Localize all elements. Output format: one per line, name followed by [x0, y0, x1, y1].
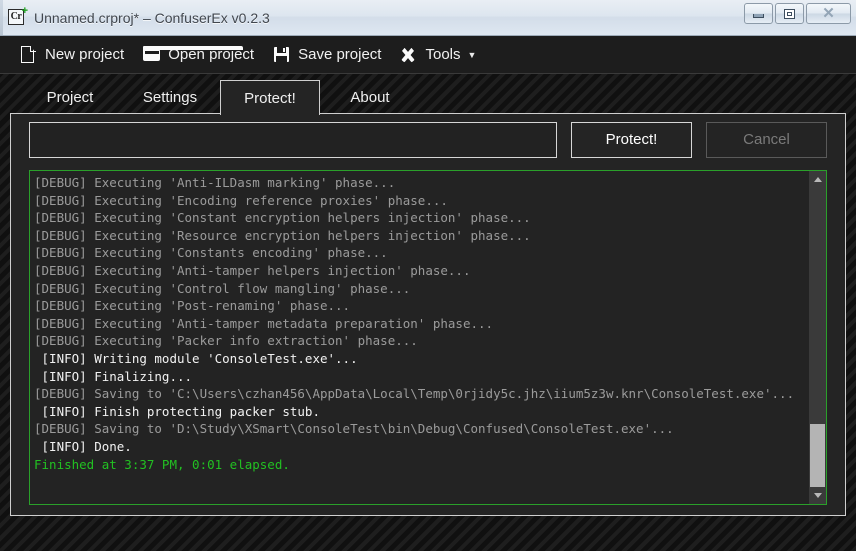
log-line: [DEBUG] Executing 'Post-renaming' phase.… — [34, 298, 351, 314]
tab-protect[interactable]: Protect! — [220, 80, 320, 115]
log-line: [DEBUG] Saving to 'D:\Study\XSmart\Conso… — [34, 421, 674, 437]
close-icon: ✕ — [822, 5, 835, 22]
log-scrollbar[interactable] — [809, 171, 826, 504]
tools-label: Tools — [425, 46, 461, 63]
save-project-button[interactable]: Save project — [263, 40, 390, 70]
log-output-box: [DEBUG] Executing 'Anti-ILDasm marking' … — [29, 170, 827, 505]
scroll-down-arrow-icon[interactable] — [809, 487, 826, 504]
log-text: [DEBUG] Executing 'Anti-ILDasm marking' … — [30, 171, 809, 504]
cancel-button: Cancel — [706, 121, 827, 158]
tab-about[interactable]: About — [320, 80, 420, 114]
chevron-down-icon: ▼ — [467, 49, 477, 60]
window-border-left — [0, 0, 3, 35]
tab-about-label: About — [350, 88, 390, 106]
title-bar: Cr + Unnamed.crproj* – ConfuserEx v0.2.3… — [0, 0, 856, 36]
open-project-button[interactable]: Open project — [133, 40, 263, 70]
tab-project-label: Project — [46, 88, 94, 106]
app-icon: Cr + — [8, 5, 28, 27]
wrench-icon — [399, 44, 418, 64]
tab-protect-label: Protect! — [244, 89, 296, 107]
log-line: [DEBUG] Executing 'Anti-tamper metadata … — [34, 315, 494, 331]
new-project-label: New project — [45, 46, 125, 63]
content-background: Project Settings Protect! About Protect!… — [0, 74, 856, 551]
minimize-icon — [753, 14, 764, 18]
app-icon-plus-badge: + — [21, 5, 28, 17]
log-line: [DEBUG] Executing 'Constants encoding' p… — [34, 245, 388, 261]
log-line: [DEBUG] Executing 'Anti-ILDasm marking' … — [34, 175, 396, 190]
window-controls: ✕ — [744, 3, 851, 24]
log-line: [INFO] Done. — [34, 438, 132, 454]
new-project-button[interactable]: New project — [10, 40, 133, 70]
tools-menu-button[interactable]: Tools ▼ — [390, 40, 485, 70]
progress-bar — [29, 121, 557, 158]
log-line: [INFO] Finalizing... — [34, 368, 193, 384]
scroll-up-arrow-icon[interactable] — [809, 171, 826, 188]
tab-settings-label: Settings — [142, 88, 198, 106]
close-button[interactable]: ✕ — [806, 3, 851, 24]
maximize-icon — [784, 8, 795, 19]
new-document-icon — [19, 45, 38, 64]
protect-button[interactable]: Protect! — [571, 121, 692, 158]
log-line: [DEBUG] Executing 'Control flow mangling… — [34, 280, 411, 296]
folder-open-icon — [142, 45, 244, 64]
log-line: [DEBUG] Executing 'Encoding reference pr… — [34, 192, 448, 208]
tab-settings[interactable]: Settings — [120, 80, 220, 114]
protect-controls-row: Protect! Cancel — [29, 121, 827, 158]
floppy-disk-icon — [272, 45, 291, 64]
log-line: [INFO] Writing module 'ConsoleTest.exe'.… — [34, 350, 358, 366]
log-line: [DEBUG] Executing 'Resource encryption h… — [34, 227, 531, 243]
maximize-button[interactable] — [775, 3, 804, 24]
log-line: [DEBUG] Executing 'Packer info extractio… — [34, 333, 418, 349]
log-line: Finished at 3:37 PM, 0:01 elapsed. — [34, 456, 290, 472]
cancel-button-label: Cancel — [743, 131, 790, 148]
protect-button-label: Protect! — [605, 131, 658, 148]
log-line: [DEBUG] Saving to 'C:\Users\czhan456\App… — [34, 386, 795, 402]
main-toolbar: New project Open project Save project To… — [0, 36, 856, 74]
protect-panel: Protect! Cancel [DEBUG] Executing 'Anti-… — [10, 113, 846, 516]
tab-project[interactable]: Project — [20, 80, 120, 114]
log-line: [DEBUG] Executing 'Anti-tamper helpers i… — [34, 262, 471, 278]
log-line: [DEBUG] Executing 'Constant encryption h… — [34, 210, 531, 226]
log-line: [INFO] Finish protecting packer stub. — [34, 403, 320, 419]
minimize-button[interactable] — [744, 3, 773, 24]
window-title: Unnamed.crproj* – ConfuserEx v0.2.3 — [34, 9, 270, 26]
save-project-label: Save project — [298, 46, 382, 63]
tab-strip: Project Settings Protect! About — [0, 74, 420, 115]
confuserex-window: Cr + Unnamed.crproj* – ConfuserEx v0.2.3… — [0, 0, 856, 551]
